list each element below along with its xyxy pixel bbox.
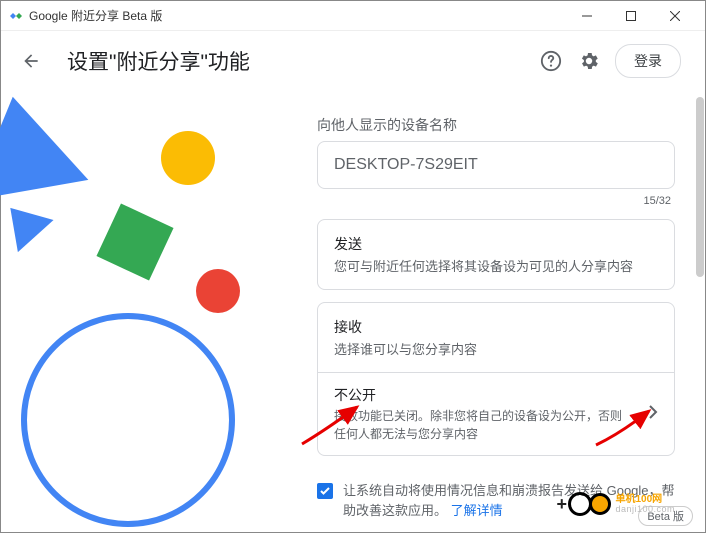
ring-shape bbox=[21, 313, 235, 527]
telemetry-checkbox[interactable] bbox=[317, 483, 333, 499]
send-title: 发送 bbox=[334, 234, 658, 254]
receive-card: 接收 选择谁可以与您分享内容 不公开 接收功能已关闭。除非您将自己的设备设为公开… bbox=[317, 302, 675, 456]
telemetry-row: 让系统自动将使用情况信息和崩溃报告发送给 Google，帮助改善这款应用。 了解… bbox=[317, 475, 675, 520]
window-title: Google 附近分享 Beta 版 bbox=[29, 7, 162, 24]
close-button[interactable] bbox=[653, 2, 697, 30]
decoration-panel bbox=[1, 91, 301, 532]
triangle-shape bbox=[0, 192, 54, 252]
char-counter: 15/32 bbox=[317, 195, 675, 207]
device-name-input[interactable] bbox=[334, 156, 658, 174]
circle-shape bbox=[161, 131, 215, 185]
device-name-card bbox=[317, 141, 675, 189]
app-header: 设置"附近分享"功能 登录 bbox=[1, 31, 705, 91]
send-subtitle: 您可与附近任何选择将其设备设为可见的人分享内容 bbox=[334, 256, 658, 275]
chevron-right-icon[interactable] bbox=[648, 404, 658, 425]
maximize-button[interactable] bbox=[609, 2, 653, 30]
help-icon[interactable] bbox=[539, 49, 563, 73]
circle-shape bbox=[196, 269, 240, 313]
send-card[interactable]: 发送 您可与附近任何选择将其设备设为可见的人分享内容 bbox=[317, 219, 675, 290]
square-shape bbox=[96, 203, 173, 280]
receive-subtitle: 选择谁可以与您分享内容 bbox=[334, 339, 658, 358]
signin-button[interactable]: 登录 bbox=[615, 44, 681, 78]
scrollbar[interactable] bbox=[695, 91, 705, 532]
minimize-button[interactable] bbox=[565, 2, 609, 30]
settings-icon[interactable] bbox=[577, 49, 601, 73]
page-title: 设置"附近分享"功能 bbox=[67, 46, 250, 76]
receive-option-sub: 接收功能已关闭。除非您将自己的设备设为公开，否则任何人都无法与您分享内容 bbox=[334, 407, 624, 443]
telemetry-text: 让系统自动将使用情况信息和崩溃报告发送给 Google，帮助改善这款应用。 了解… bbox=[343, 481, 675, 520]
window-controls bbox=[565, 2, 697, 30]
beta-badge: Beta 版 bbox=[638, 506, 693, 526]
learn-more-link[interactable]: 了解详情 bbox=[451, 503, 503, 518]
triangle-shape bbox=[0, 86, 88, 200]
back-button[interactable] bbox=[19, 49, 43, 73]
device-name-label: 向他人显示的设备名称 bbox=[317, 115, 675, 135]
receive-option-row[interactable]: 不公开 接收功能已关闭。除非您将自己的设备设为公开，否则任何人都无法与您分享内容 bbox=[318, 372, 674, 455]
receive-option-title: 不公开 bbox=[334, 385, 638, 405]
scrollbar-thumb[interactable] bbox=[696, 97, 704, 277]
window-titlebar: Google 附近分享 Beta 版 bbox=[1, 1, 705, 31]
receive-title: 接收 bbox=[334, 317, 658, 337]
main-content: 向他人显示的设备名称 15/32 发送 您可与附近任何选择将其设备设为可见的人分… bbox=[301, 91, 705, 532]
app-icon bbox=[9, 12, 23, 20]
